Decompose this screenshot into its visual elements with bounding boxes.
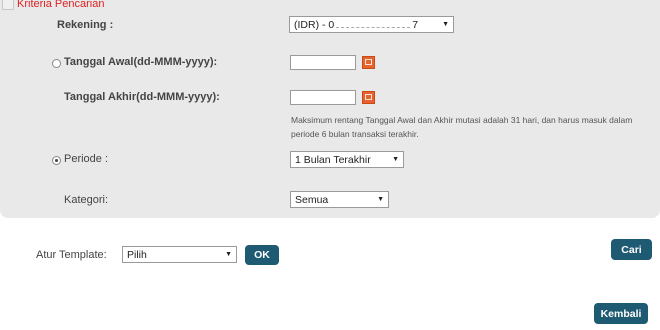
account-mask <box>336 18 411 28</box>
criteria-header: Kriteria Pencarian <box>2 0 104 11</box>
category-select[interactable]: Semua ▼ <box>290 191 389 208</box>
chevron-down-icon: ▼ <box>225 251 232 258</box>
ok-button[interactable]: OK <box>245 245 279 265</box>
account-prefix: (IDR) - 0 <box>294 19 335 31</box>
back-button[interactable]: Kembali <box>594 303 648 324</box>
start-date-label: Tanggal Awal(dd-MMM-yyyy): <box>64 56 218 68</box>
template-select[interactable]: Pilih ▼ <box>122 246 237 263</box>
account-label: Rekening : <box>57 19 114 31</box>
collapse-toggle-icon[interactable] <box>2 0 14 10</box>
account-suffix: 7 <box>412 19 419 31</box>
search-button[interactable]: Cari <box>611 239 652 260</box>
account-select-value: (IDR) - 0 7 <box>294 18 438 31</box>
date-range-note: Maksimum rentang Tanggal Awal dan Akhir … <box>291 115 633 139</box>
criteria-title: Kriteria Pencarian <box>17 0 105 10</box>
search-criteria-panel: Kriteria Pencarian Rekening : (IDR) - 0 7… <box>0 0 660 218</box>
start-date-input[interactable] <box>290 55 356 70</box>
period-radio[interactable] <box>52 156 61 165</box>
chevron-down-icon: ▼ <box>377 196 384 203</box>
account-select[interactable]: (IDR) - 0 7 ▼ <box>289 16 454 33</box>
category-select-value: Semua <box>295 193 329 206</box>
template-label: Atur Template: <box>36 249 107 261</box>
end-date-calendar-icon[interactable] <box>362 91 375 104</box>
start-date-calendar-icon[interactable] <box>362 56 375 69</box>
template-select-value: Pilih <box>127 248 147 261</box>
period-label: Periode : <box>64 153 109 165</box>
start-date-radio[interactable] <box>52 59 61 68</box>
period-select-value: 1 Bulan Terakhir <box>295 153 371 166</box>
chevron-down-icon: ▼ <box>392 156 399 163</box>
period-select[interactable]: 1 Bulan Terakhir ▼ <box>290 151 404 168</box>
end-date-input[interactable] <box>290 90 356 105</box>
chevron-down-icon: ▼ <box>442 21 449 28</box>
end-date-label: Tanggal Akhir(dd-MMM-yyyy): <box>64 91 220 103</box>
category-label: Kategori: <box>64 194 109 206</box>
